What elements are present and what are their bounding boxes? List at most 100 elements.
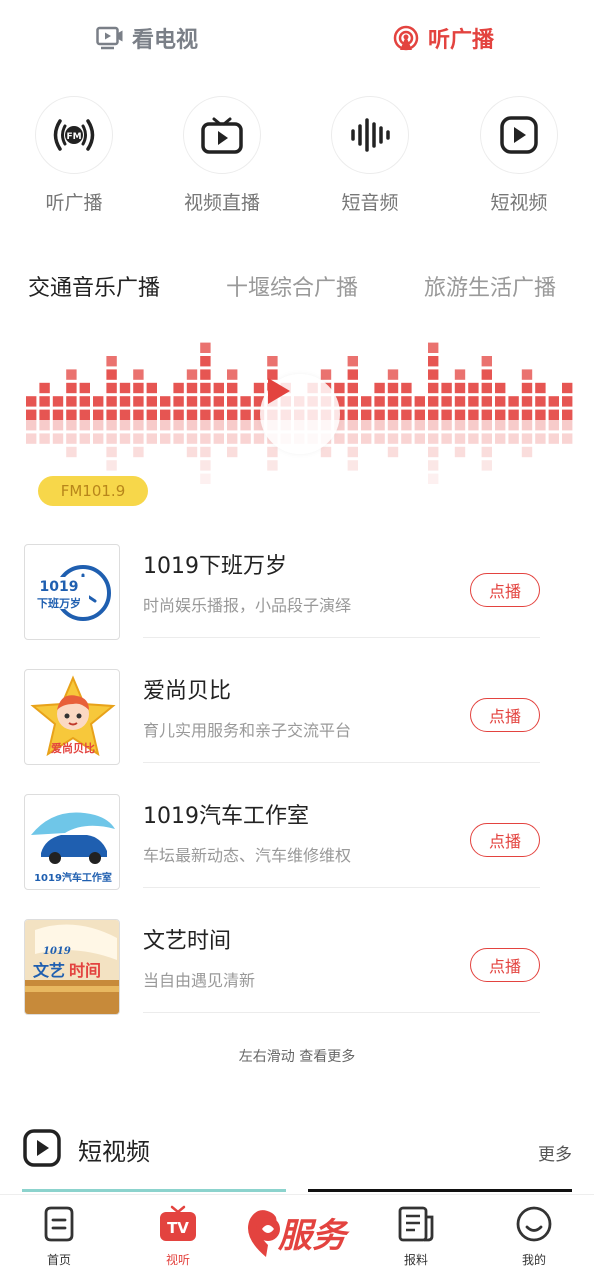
equalizer-cell — [146, 382, 157, 394]
station-tab-travel-life[interactable]: 旅游生活广播 — [424, 270, 556, 302]
on-demand-button[interactable]: 点播 — [470, 948, 540, 982]
on-demand-button[interactable]: 点播 — [470, 823, 540, 857]
equalizer-reflection-cell — [200, 433, 211, 444]
category-listen-radio[interactable]: FM 听广播 — [24, 96, 124, 215]
equalizer-reflection-cell — [428, 446, 439, 458]
equalizer-cell — [387, 369, 399, 380]
equalizer-cell — [481, 356, 492, 367]
equalizer-reflection-cell — [548, 433, 559, 444]
tab-listen-radio[interactable]: 听广播 — [392, 20, 494, 56]
equalizer-reflection-cell — [401, 420, 412, 431]
more-link[interactable]: 更多 — [538, 1140, 572, 1165]
category-row: FM 听广播 视频直播 短音频 短视频 — [0, 96, 594, 226]
equalizer-cell — [186, 409, 198, 420]
station-tab-traffic-music[interactable]: 交通音乐广播 — [28, 270, 160, 302]
short-video-header: 短视频 更多 — [0, 1128, 594, 1168]
equalizer-cell — [133, 409, 144, 420]
equalizer-reflection-cell — [133, 446, 144, 458]
equalizer-cell — [374, 409, 385, 420]
equalizer-reflection-cell — [93, 420, 104, 431]
equalizer-cell — [347, 369, 358, 380]
equalizer-cell — [334, 382, 345, 394]
equalizer-cell — [562, 409, 573, 420]
equalizer-reflection-cell — [521, 433, 533, 444]
category-short-audio[interactable]: 短音频 — [320, 96, 420, 215]
equalizer-reflection-cell — [387, 420, 399, 431]
equalizer-cell — [481, 382, 492, 394]
equalizer-reflection-cell — [186, 433, 198, 444]
equalizer-cell — [468, 396, 479, 407]
equalizer-reflection-cell — [535, 433, 546, 444]
nav-report[interactable]: 报料 — [381, 1205, 451, 1268]
play-button[interactable] — [260, 374, 340, 454]
nav-service[interactable]: 服务 — [246, 1199, 354, 1263]
newspaper-icon — [397, 1206, 435, 1247]
nav-label: 报料 — [403, 1253, 428, 1267]
list-item[interactable]: 1019 下班万岁 1019下班万岁 时尚娱乐播报，小品段子演绎 点播 — [0, 540, 594, 665]
equalizer-cell — [119, 382, 131, 394]
equalizer-cell — [240, 409, 251, 420]
program-title: 1019下班万岁 — [143, 554, 287, 579]
equalizer-reflection-cell — [347, 420, 358, 431]
equalizer-reflection-cell — [562, 420, 573, 431]
equalizer-cell — [454, 396, 466, 407]
equalizer-cell — [320, 369, 332, 380]
equalizer-reflection-cell — [535, 420, 546, 431]
list-item[interactable]: 爱尚贝比 爱尚贝比 育儿实用服务和亲子交流平台 点播 — [0, 665, 594, 790]
divider — [143, 887, 540, 888]
equalizer-cell — [173, 409, 184, 420]
station-tab-shiyan-general[interactable]: 十堰综合广播 — [226, 270, 358, 302]
nav-label: 首页 — [46, 1253, 71, 1267]
divider — [143, 762, 540, 763]
equalizer-cell — [401, 396, 412, 407]
equalizer-cell — [200, 369, 211, 380]
category-video-live[interactable]: 视频直播 — [172, 96, 272, 215]
equalizer-cell — [441, 382, 452, 394]
sound-wave-icon — [331, 96, 409, 174]
equalizer-cell — [160, 396, 171, 407]
list-item[interactable]: 1019 文艺 时间 文艺时间 当自由遇见清新 点播 — [0, 915, 594, 1040]
list-item[interactable]: 1019汽车工作室 1019汽车工作室 车坛最新动态、汽车维修维权 点播 — [0, 790, 594, 915]
equalizer-cell — [495, 382, 506, 394]
equalizer-cell — [106, 369, 117, 380]
equalizer-reflection-cell — [454, 446, 466, 458]
equalizer-cell — [454, 382, 466, 394]
equalizer-reflection-cell — [334, 433, 345, 444]
tab-watch-tv[interactable]: 看电视 — [96, 20, 198, 56]
video-thumbnail[interactable] — [22, 1189, 286, 1192]
equalizer-reflection-cell — [387, 433, 399, 444]
video-thumbnail[interactable] — [308, 1189, 572, 1192]
equalizer-cell — [160, 409, 171, 420]
divider — [143, 1012, 540, 1013]
equalizer-cell — [186, 382, 198, 394]
equalizer-cell — [133, 396, 144, 407]
equalizer-cell — [227, 396, 238, 407]
nav-video[interactable]: TV 视听 — [143, 1205, 213, 1268]
equalizer-cell — [66, 382, 77, 394]
nav-me[interactable]: 我的 — [499, 1205, 569, 1268]
equalizer-cell — [521, 369, 533, 380]
category-short-video[interactable]: 短视频 — [469, 96, 569, 215]
equalizer-reflection-cell — [347, 460, 358, 471]
equalizer-reflection-cell — [240, 433, 251, 444]
equalizer-reflection-cell — [361, 420, 372, 431]
equalizer-cell — [441, 396, 452, 407]
equalizer-reflection-cell — [240, 420, 251, 431]
equalizer-cell — [227, 369, 238, 380]
category-label: 视频直播 — [183, 192, 260, 214]
equalizer-reflection-cell — [548, 420, 559, 431]
on-demand-button[interactable]: 点播 — [470, 698, 540, 732]
equalizer-cell — [93, 409, 104, 420]
equalizer-cell — [548, 396, 559, 407]
program-desc: 当自由遇见清新 — [143, 971, 256, 990]
equalizer-cell — [401, 409, 412, 420]
equalizer-reflection-cell — [508, 420, 519, 431]
nav-home[interactable]: 首页 — [24, 1205, 94, 1268]
equalizer-cell — [535, 409, 546, 420]
equalizer-cell — [173, 396, 184, 407]
equalizer-cell — [93, 396, 104, 407]
equalizer-reflection-cell — [66, 420, 77, 431]
svg-text:1019汽车工作室: 1019汽车工作室 — [34, 871, 112, 884]
on-demand-button[interactable]: 点播 — [470, 573, 540, 607]
equalizer-reflection-cell — [146, 420, 157, 431]
